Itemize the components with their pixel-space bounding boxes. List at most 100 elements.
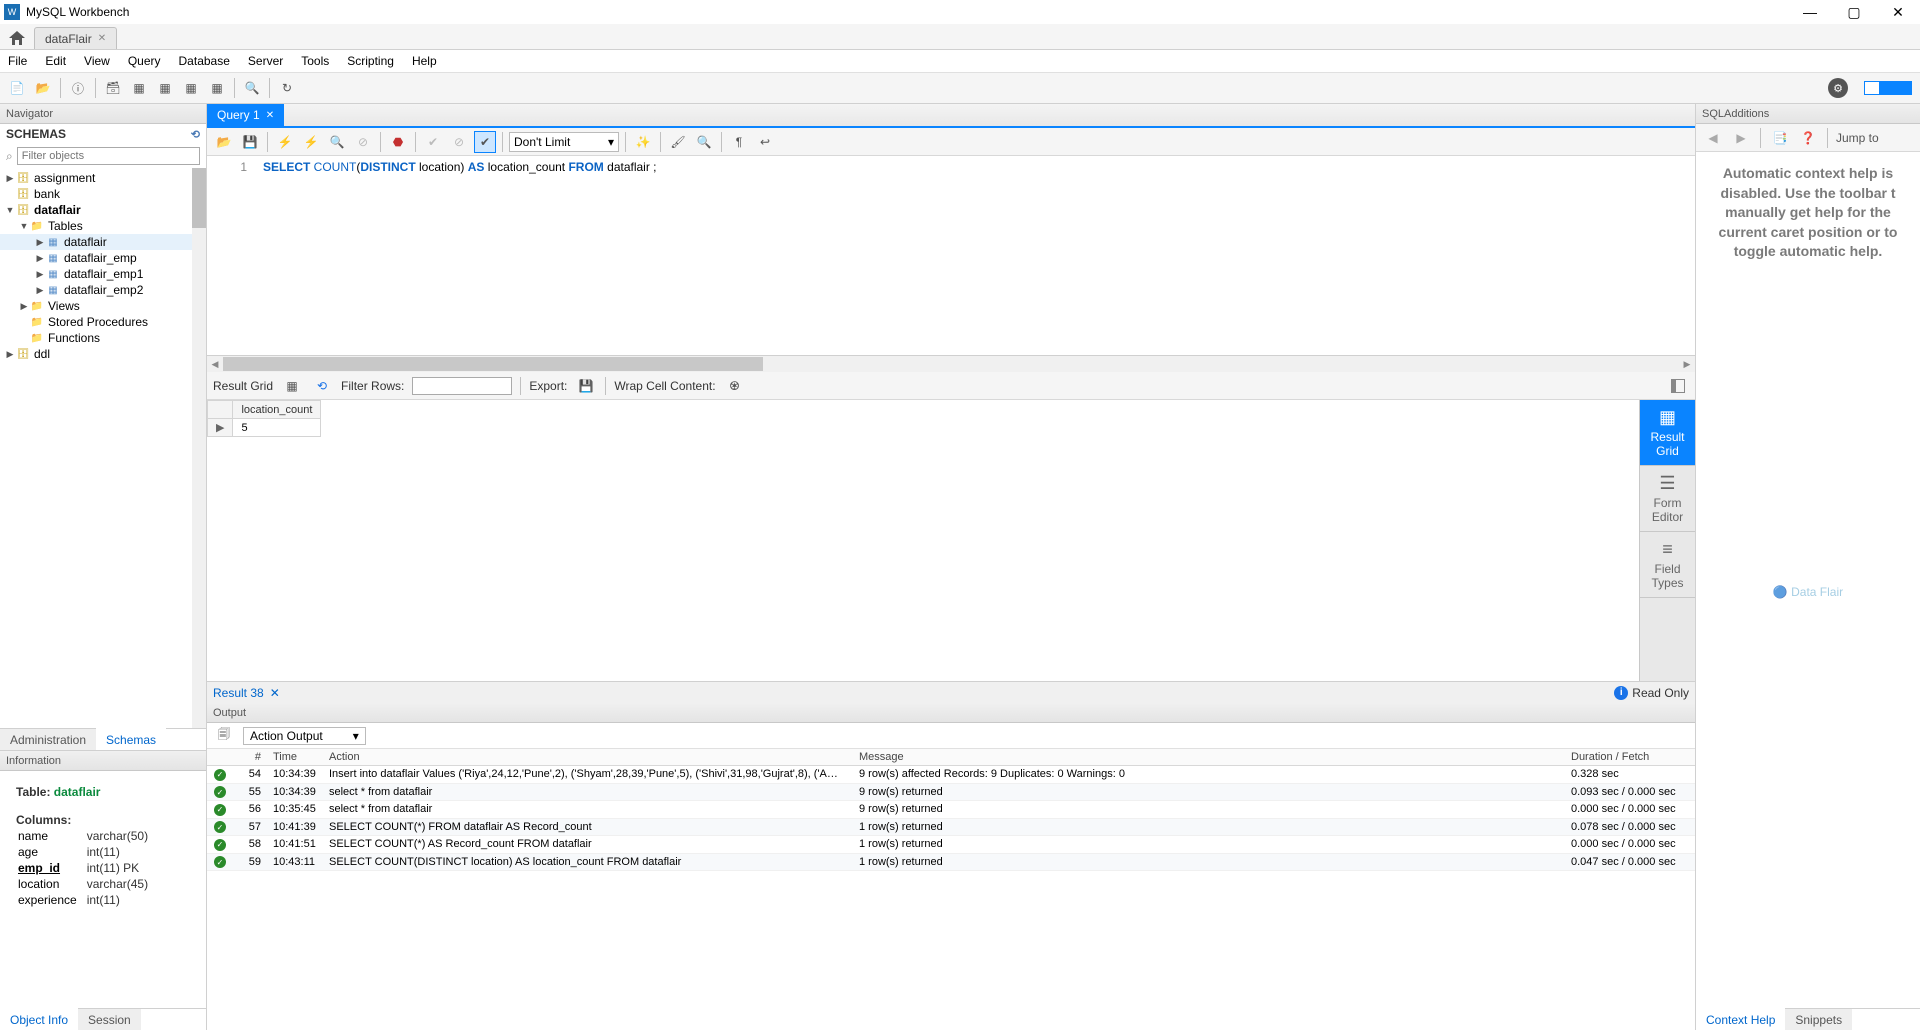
side-tab-result-grid[interactable]: ▦Result Grid [1640, 400, 1695, 466]
col-action[interactable]: Action [323, 749, 853, 766]
output-copy-icon[interactable]: 🗐 [213, 725, 235, 747]
menu-help[interactable]: Help [412, 54, 437, 68]
menu-scripting[interactable]: Scripting [347, 54, 394, 68]
toggle-left-panel[interactable] [1864, 81, 1880, 95]
tab-schemas[interactable]: Schemas [96, 728, 166, 750]
tree-fn-folder[interactable]: Functions [48, 331, 100, 345]
menu-view[interactable]: View [84, 54, 110, 68]
create-schema-icon[interactable]: 🗃 [102, 77, 124, 99]
tree-table-emp2[interactable]: dataflair_emp2 [64, 283, 143, 297]
output-row[interactable]: ✓5710:41:39SELECT COUNT(*) FROM dataflai… [207, 818, 1695, 836]
reconnect-icon[interactable]: ↻ [276, 77, 298, 99]
result-panel-toggle-icon[interactable] [1671, 379, 1685, 393]
col-num[interactable]: # [233, 749, 267, 766]
home-icon[interactable] [6, 27, 28, 49]
inspector-icon[interactable]: ⓘ [67, 77, 89, 99]
tree-schema-assignment[interactable]: assignment [34, 171, 95, 185]
toggle-bottom-panel[interactable] [1880, 81, 1896, 95]
settings-icon[interactable]: ⚙ [1828, 78, 1848, 98]
find-icon[interactable]: 🖌 [667, 131, 689, 153]
output-row[interactable]: ✓5910:43:11SELECT COUNT(DISTINCT locatio… [207, 853, 1695, 871]
close-icon[interactable]: ✕ [270, 686, 280, 700]
output-row[interactable]: ✓5610:35:45select * from dataflair9 row(… [207, 801, 1695, 819]
create-view-icon[interactable]: ▦ [154, 77, 176, 99]
tab-object-info[interactable]: Object Info [0, 1008, 78, 1030]
refresh-result-icon[interactable]: ⟲ [311, 375, 333, 397]
search-icon[interactable]: 🔍 [693, 131, 715, 153]
tab-snippets[interactable]: Snippets [1785, 1009, 1852, 1030]
create-sp-icon[interactable]: ▦ [180, 77, 202, 99]
save-icon[interactable]: 💾 [239, 131, 261, 153]
stop-icon[interactable]: ⊘ [352, 131, 374, 153]
menu-query[interactable]: Query [128, 54, 161, 68]
beautify-icon[interactable]: ✨ [632, 131, 654, 153]
close-icon[interactable]: ✕ [98, 33, 106, 44]
menu-edit[interactable]: Edit [45, 54, 66, 68]
output-grid[interactable]: # Time Action Message Duration / Fetch ✓… [207, 749, 1695, 1030]
filter-rows-input[interactable] [412, 377, 512, 395]
side-tab-field-types[interactable]: ≡Field Types [1640, 532, 1695, 598]
tree-table-dataflair[interactable]: dataflair [64, 235, 107, 249]
col-duration[interactable]: Duration / Fetch [1565, 749, 1695, 766]
explain-icon[interactable]: 🔍 [326, 131, 348, 153]
minimize-button[interactable]: — [1800, 2, 1820, 22]
menu-database[interactable]: Database [179, 54, 230, 68]
result-tab[interactable]: Result 38✕ [213, 686, 280, 700]
output-mode-select[interactable]: Action Output▾ [243, 727, 366, 745]
tree-schema-ddl[interactable]: ddl [34, 347, 50, 361]
tree-schema-bank[interactable]: bank [34, 187, 60, 201]
schema-tree[interactable]: ▶🗄assignment 🗄bank ▼🗄dataflair ▼📁Tables … [0, 168, 206, 728]
tree-sp-folder[interactable]: Stored Procedures [48, 315, 148, 329]
tree-scrollbar[interactable] [192, 168, 206, 728]
auto-help-icon[interactable]: 📑 [1769, 127, 1791, 149]
output-row[interactable]: ✓5510:34:39select * from dataflair9 row(… [207, 783, 1695, 801]
maximize-button[interactable]: ▢ [1844, 2, 1864, 22]
commit-icon[interactable]: ✔ [422, 131, 444, 153]
refresh-icon[interactable]: ⟲ [191, 128, 200, 141]
tree-views-folder[interactable]: Views [48, 299, 80, 313]
connection-tab[interactable]: dataFlair ✕ [34, 27, 117, 49]
jump-to-label[interactable]: Jump to [1836, 131, 1879, 145]
wrap-cell-icon[interactable]: ♼ [724, 375, 746, 397]
tab-administration[interactable]: Administration [0, 729, 96, 750]
rollback-icon[interactable]: ⊘ [448, 131, 470, 153]
create-table-icon[interactable]: ▦ [128, 77, 150, 99]
result-grid[interactable]: location_count ▶5 [207, 400, 1639, 681]
column-header[interactable]: location_count [233, 401, 321, 419]
autocommit-icon[interactable]: ✔ [474, 131, 496, 153]
editor-scrollbar[interactable]: ◀ ▶ [207, 356, 1695, 372]
create-fn-icon[interactable]: ▦ [206, 77, 228, 99]
search-table-icon[interactable]: 🔍 [241, 77, 263, 99]
tree-table-emp[interactable]: dataflair_emp [64, 251, 137, 265]
menu-server[interactable]: Server [248, 54, 283, 68]
output-row[interactable]: ✓5810:41:51SELECT COUNT(*) AS Record_cou… [207, 836, 1695, 854]
col-time[interactable]: Time [267, 749, 323, 766]
sql-code[interactable]: SELECT COUNT(DISTINCT location) AS locat… [255, 156, 1695, 355]
manual-help-icon[interactable]: ❓ [1797, 127, 1819, 149]
stop-on-error-icon[interactable]: ⬣ [387, 131, 409, 153]
side-tab-form-editor[interactable]: ☰Form Editor [1640, 466, 1695, 532]
forward-icon[interactable]: ▶ [1730, 127, 1752, 149]
query-tab[interactable]: Query 1 ✕ [207, 104, 284, 126]
output-row[interactable]: ✓5410:34:39Insert into dataflair Values … [207, 766, 1695, 784]
menu-tools[interactable]: Tools [301, 54, 329, 68]
cell-value[interactable]: 5 [233, 419, 321, 437]
wrap-icon[interactable]: ↩ [754, 131, 776, 153]
open-file-icon[interactable]: 📂 [213, 131, 235, 153]
tree-schema-dataflair[interactable]: dataflair [34, 203, 81, 217]
menu-file[interactable]: File [8, 54, 27, 68]
new-sql-tab-icon[interactable]: 📄 [6, 77, 28, 99]
toggle-right-panel[interactable] [1896, 81, 1912, 95]
sql-editor[interactable]: 1 SELECT COUNT(DISTINCT location) AS loc… [207, 156, 1695, 356]
execute-icon[interactable]: ⚡ [274, 131, 296, 153]
tab-session[interactable]: Session [78, 1009, 141, 1030]
execute-current-icon[interactable]: ⚡ [300, 131, 322, 153]
export-icon[interactable]: 💾 [575, 375, 597, 397]
filter-objects-input[interactable] [17, 147, 200, 165]
col-message[interactable]: Message [853, 749, 1565, 766]
close-icon[interactable]: ✕ [266, 110, 274, 121]
tree-table-emp1[interactable]: dataflair_emp1 [64, 267, 143, 281]
open-sql-icon[interactable]: 📂 [32, 77, 54, 99]
grid-icon[interactable]: ▦ [281, 375, 303, 397]
close-button[interactable]: ✕ [1888, 2, 1908, 22]
